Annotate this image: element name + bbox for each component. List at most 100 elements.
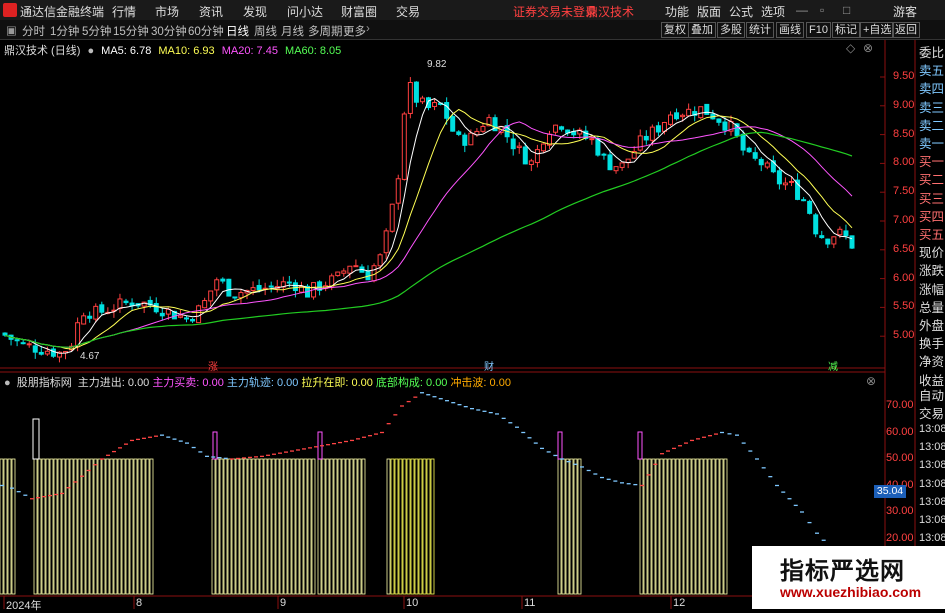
date-tick-label: 2024年	[6, 600, 42, 612]
signal-bar	[307, 458, 312, 595]
candle-body	[353, 265, 359, 268]
signal-bar	[85, 458, 90, 595]
candle-body	[540, 143, 546, 152]
price-tick-label: 9.50	[893, 70, 915, 82]
signal-bar	[73, 458, 78, 595]
candle-body	[849, 235, 855, 249]
signal-bar	[386, 458, 391, 595]
price-tick-label: 8.50	[893, 127, 915, 140]
signal-bar	[11, 458, 16, 595]
quote-field-label: 外盘	[918, 319, 944, 333]
signal-bar	[53, 458, 58, 595]
signal-bar	[291, 458, 296, 595]
event-rise-marker[interactable]: 涨	[208, 358, 218, 373]
oscillator-current-value: 35.04	[874, 485, 906, 498]
candle-body	[256, 284, 262, 291]
signal-bar	[643, 458, 648, 595]
candle-body	[250, 287, 256, 291]
candle-body	[462, 134, 468, 146]
signal-bar	[410, 458, 415, 595]
candle-body	[292, 282, 298, 292]
signal-bar	[37, 458, 42, 595]
candle-body	[14, 339, 20, 342]
auto-trade-label[interactable]: 自动	[919, 385, 944, 404]
signal-bar	[239, 458, 244, 595]
signal-bar	[57, 458, 62, 595]
quote-field-label: 卖三	[918, 100, 944, 115]
candle-body	[825, 238, 831, 245]
signal-bar	[557, 458, 562, 595]
signal-bar	[329, 458, 334, 595]
auto-trade-label[interactable]: 交易	[919, 403, 944, 422]
candle-body	[214, 279, 220, 291]
signal-bar	[0, 458, 4, 595]
kline-chart[interactable]	[0, 0, 945, 609]
signal-bar	[667, 458, 672, 595]
signal-bar	[263, 458, 268, 595]
candle-body	[123, 300, 129, 304]
signal-bar	[33, 458, 38, 595]
signal-bar	[647, 458, 652, 595]
signal-bar	[703, 458, 708, 595]
candle-body	[655, 125, 661, 133]
signal-bar	[353, 458, 358, 595]
trade-time: 13:08	[919, 441, 945, 454]
event-finance-marker[interactable]: 财	[484, 358, 494, 373]
trade-time: 13:08	[919, 423, 945, 435]
quote-field-label: 买三	[918, 191, 944, 206]
buy-marker-bar	[212, 431, 218, 460]
signal-bar	[671, 458, 676, 595]
price-tick-label: 7.00	[893, 214, 915, 226]
candle-body	[93, 305, 99, 320]
signal-bar	[357, 458, 362, 595]
candle-body	[807, 200, 813, 214]
candle-body	[643, 135, 649, 141]
signal-bar	[422, 458, 427, 595]
price-tick-label: 9.00	[893, 98, 915, 111]
candle-body	[413, 81, 419, 103]
signal-bar	[655, 458, 660, 595]
signal-bar	[651, 458, 656, 595]
signal-bar	[137, 458, 142, 595]
signal-bar	[695, 458, 700, 595]
candle-body	[401, 113, 407, 180]
signal-bar	[394, 458, 399, 595]
signal-bar	[81, 458, 86, 595]
candle-body	[426, 97, 431, 109]
signal-bar	[109, 458, 114, 595]
quote-field-label: 买四	[918, 209, 944, 224]
signal-bar	[113, 458, 118, 595]
candle-body	[649, 126, 655, 141]
candle-body	[32, 345, 38, 353]
signal-bar	[345, 458, 350, 595]
signal-bar	[243, 458, 248, 595]
candle-body	[20, 342, 26, 345]
price-tick-label: 6.50	[893, 242, 915, 255]
signal-bar	[227, 458, 232, 595]
candle-body	[117, 298, 123, 309]
signal-bar	[283, 458, 288, 595]
signal-bar	[659, 458, 664, 595]
candle-body	[159, 312, 165, 317]
signal-bar	[41, 458, 46, 595]
candle-body	[389, 203, 395, 232]
signal-bar	[687, 458, 692, 595]
candle-body	[383, 230, 389, 254]
ma10-line	[4, 108, 853, 350]
candle-body	[619, 162, 625, 168]
oscillator-panel	[0, 392, 847, 595]
signal-bar	[675, 458, 680, 595]
event-reduce-marker[interactable]: 减	[828, 358, 838, 373]
signal-bar	[418, 458, 423, 595]
signal-bar	[707, 458, 712, 595]
candle-body	[335, 271, 341, 277]
watermark-title: 指标严选网	[780, 558, 905, 585]
signal-bar	[691, 458, 696, 595]
candle-body	[746, 147, 752, 153]
signal-bar	[125, 458, 130, 595]
signal-bar	[7, 458, 12, 595]
signal-bar	[337, 458, 342, 595]
signal-bar	[69, 458, 74, 595]
signal-bar	[561, 458, 566, 595]
price-tick-label: 5.00	[893, 329, 915, 342]
